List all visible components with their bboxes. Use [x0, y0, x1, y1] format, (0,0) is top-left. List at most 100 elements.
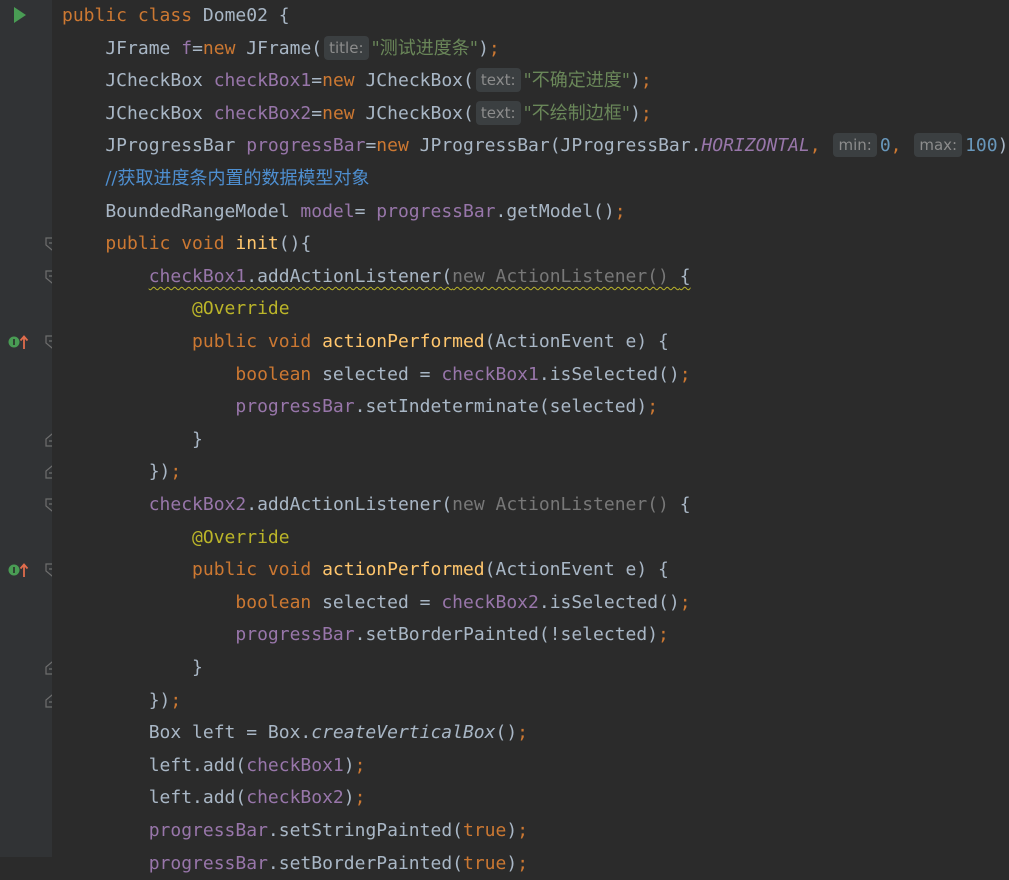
code-token-warning: checkBox1 — [148, 265, 247, 287]
code-token: = — [311, 70, 323, 92]
code-token: actionPerformed — [322, 559, 485, 581]
code-token: left.add( — [62, 787, 247, 809]
parameter-hint: text: — [475, 68, 521, 93]
implements-method-icon[interactable] — [8, 562, 30, 578]
code-token: .isSelected() — [538, 591, 680, 613]
code-token: }) — [62, 461, 171, 483]
code-token: ; — [517, 722, 529, 744]
code-token: "不确定进度" — [523, 70, 631, 92]
code-token: ) — [997, 135, 1009, 157]
code-editor[interactable]: public class Dome02 { JFrame f=new JFram… — [52, 0, 1009, 874]
code-comment: //获取进度条内置的数据模型对象 — [105, 168, 370, 189]
code-token: boolean — [235, 363, 323, 385]
code-token: ; — [640, 70, 652, 92]
code-token: } — [62, 428, 203, 450]
code-token: void — [181, 233, 236, 255]
code-token: ; — [354, 787, 366, 809]
code-token: new — [376, 135, 420, 157]
code-token: checkBox2 — [246, 787, 344, 809]
code-token: .setBorderPainted(!selected) — [354, 624, 659, 646]
code-token: ; — [170, 461, 182, 483]
code-token: void — [267, 331, 323, 352]
code-token: ; — [658, 624, 669, 646]
code-token: = — [311, 102, 323, 124]
parameter-hint: title: — [324, 35, 369, 60]
code-token: new — [322, 70, 366, 92]
code-token: } — [62, 657, 203, 678]
parameter-hint: min: — [833, 133, 877, 158]
code-token: selected = — [322, 591, 442, 613]
code-token: ) — [506, 820, 518, 841]
code-token-warning: .addActionListener( — [246, 265, 453, 287]
implements-method-icon[interactable] — [8, 334, 30, 350]
code-token: createVerticalBox — [311, 722, 496, 744]
code-token: @Override — [192, 526, 290, 548]
code-token: JProgressBar — [62, 135, 247, 157]
code-token: (ActionEvent e) { — [484, 331, 669, 352]
code-token: new ActionListener() — [452, 494, 680, 515]
code-token: class — [137, 5, 203, 26]
code-token: progressBar — [148, 820, 268, 841]
code-token: init — [235, 233, 279, 255]
code-token: ) — [478, 37, 489, 59]
code-token: actionPerformed — [322, 331, 485, 352]
code-token: checkBox2 — [441, 591, 539, 613]
code-token: JFrame( — [246, 37, 323, 59]
code-token: .setIndeterminate(selected) — [354, 396, 648, 418]
code-token: { — [679, 494, 691, 515]
code-token: JCheckBox — [62, 102, 214, 124]
code-token: boolean — [235, 591, 323, 613]
code-token: public — [62, 5, 138, 26]
code-token: checkBox1 — [213, 70, 312, 92]
code-token: = — [354, 200, 377, 222]
code-token: new — [202, 37, 247, 59]
code-token: progressBar — [235, 624, 355, 646]
code-token: ; — [614, 200, 626, 222]
code-token: ) — [343, 787, 355, 809]
code-token: BoundedRangeModel — [62, 200, 301, 222]
code-token: progressBar — [235, 396, 355, 418]
code-token: 0 — [879, 135, 891, 157]
code-token: checkBox1 — [441, 363, 539, 385]
code-token: Dome02 { — [202, 5, 290, 26]
run-class-icon[interactable] — [14, 7, 26, 23]
code-token: JCheckBox( — [365, 102, 474, 124]
code-token: = — [365, 135, 377, 157]
code-token: () — [495, 722, 518, 744]
editor-gutter — [0, 0, 59, 857]
code-token: .setStringPainted( — [267, 820, 463, 841]
code-token: selected = — [322, 363, 442, 385]
code-token: }) — [62, 689, 171, 711]
code-token: ; — [647, 396, 659, 418]
code-token: ) — [506, 852, 518, 874]
code-token: = — [192, 37, 203, 59]
code-token: true — [463, 820, 507, 841]
code-token: checkBox2 — [213, 102, 312, 124]
code-token: 100 — [965, 135, 998, 157]
code-token: public — [192, 331, 268, 352]
code-token: progressBar — [376, 200, 496, 222]
parameter-hint: text: — [475, 100, 521, 125]
code-token: left.add( — [62, 754, 247, 776]
code-token: @Override — [192, 298, 290, 320]
code-token: ; — [640, 102, 652, 124]
code-token: "不绘制边框" — [523, 102, 631, 124]
code-token: ; — [679, 363, 691, 385]
code-token: .isSelected() — [538, 363, 680, 385]
code-token: .setBorderPainted( — [267, 852, 463, 874]
code-token-warning: { — [679, 265, 691, 287]
code-token: ; — [488, 37, 500, 59]
code-token: ; — [354, 754, 366, 776]
code-token: public — [192, 559, 268, 581]
code-token: Box left = Box. — [62, 722, 312, 744]
code-token: , — [809, 135, 832, 157]
